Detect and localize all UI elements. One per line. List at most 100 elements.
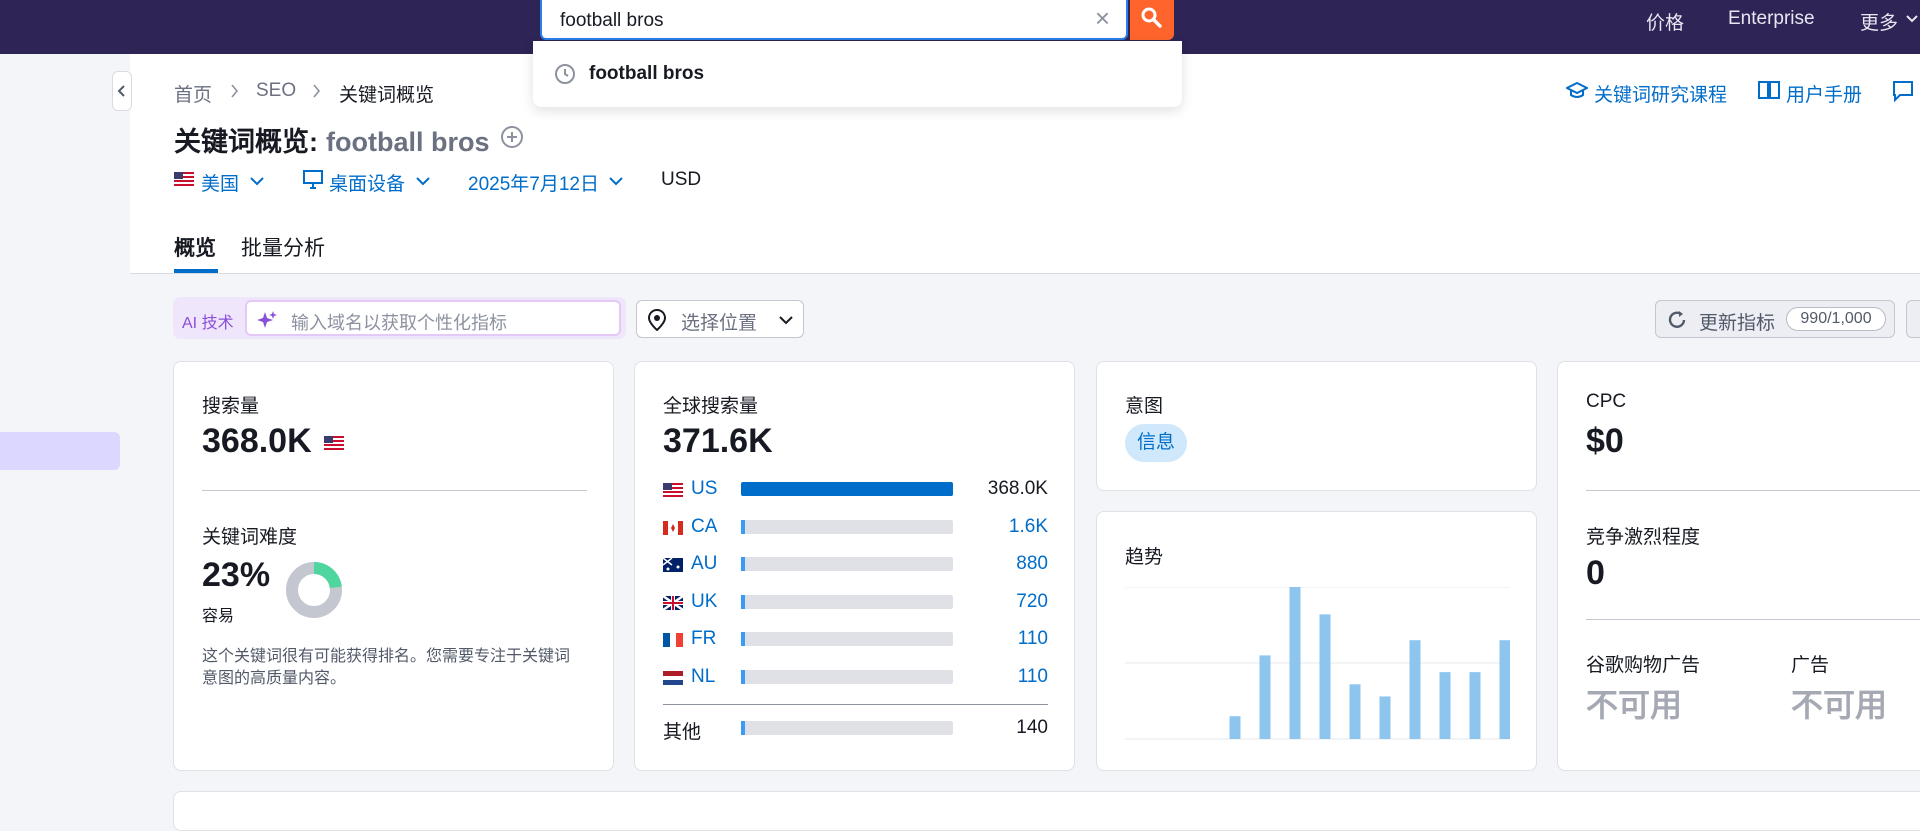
global-volume-card: 全球搜索量 371.6K US 368.0K CA 1.6K AU 880 UK 720 FR 1… (634, 361, 1075, 771)
country-code-au[interactable]: AU (691, 553, 717, 575)
us-flag-icon (324, 436, 344, 450)
tab-bulk-analysis[interactable]: 批量分析 (241, 232, 325, 262)
location-pin-icon (647, 309, 667, 331)
nav-enterprise[interactable]: Enterprise (1728, 8, 1815, 30)
nav-pricing[interactable]: 价格 (1646, 8, 1684, 35)
country-bar-fill-uk (741, 594, 745, 609)
history-clock-icon (555, 64, 575, 84)
device-select[interactable]: 桌面设备 (329, 169, 405, 196)
page-title-prefix: 关键词概览: (174, 127, 318, 157)
trend-bar[interactable] (1439, 672, 1451, 739)
chevron-down-icon (416, 177, 430, 186)
suggestion-item[interactable]: football bros (533, 62, 1182, 96)
country-code-us[interactable]: US (691, 478, 717, 500)
chevron-right-icon (313, 84, 321, 98)
global-volume-label: 全球搜索量 (663, 396, 759, 417)
chevron-down-icon (779, 316, 793, 325)
left-sidebar (0, 54, 131, 807)
trend-chart (1125, 587, 1511, 740)
course-link[interactable]: 关键词研究课程 (1594, 80, 1727, 107)
country-code-ca[interactable]: CA (691, 516, 717, 538)
cpc-card: CPC $0 竞争激烈程度 0 谷歌购物广告 不可用 广告 不可用 (1557, 361, 1920, 771)
search-icon (1141, 7, 1162, 28)
search-input-value: football bros (560, 10, 664, 31)
kd-value: 23% (202, 556, 271, 594)
manual-link[interactable]: 用户手册 (1786, 80, 1862, 107)
country-bar-track (741, 594, 953, 609)
breadcrumb-current: 关键词概览 (339, 85, 435, 106)
trend-bar[interactable] (1229, 716, 1241, 739)
country-value-us: 368.0K (987, 478, 1048, 499)
location-select[interactable]: 选择位置 (636, 300, 804, 338)
country-value-nl[interactable]: 110 (1018, 666, 1048, 688)
us-flag-icon (663, 483, 683, 497)
country-select[interactable]: 美国 (201, 169, 239, 196)
trend-bar[interactable] (1469, 672, 1481, 739)
trend-label: 趋势 (1125, 547, 1164, 568)
nav-more[interactable]: 更多 (1860, 8, 1898, 35)
tab-overview[interactable]: 概览 (174, 232, 216, 262)
trend-bar[interactable] (1499, 640, 1511, 739)
intent-badge: 信息 (1125, 424, 1188, 462)
kd-note-line-2: 意图的高质量内容。 (202, 670, 347, 687)
divider (1586, 490, 1920, 491)
domain-input[interactable]: 输入域名以获取个性化指标 (245, 300, 621, 336)
trend-bar[interactable] (1319, 614, 1331, 739)
country-value-uk[interactable]: 720 (1016, 591, 1048, 613)
trend-bar[interactable] (1259, 655, 1271, 739)
refresh-icon (1668, 311, 1686, 328)
other-bar-track (741, 721, 953, 735)
other-value: 140 (1016, 717, 1048, 738)
trend-bar[interactable] (1349, 684, 1361, 739)
ca-flag-icon (663, 520, 683, 535)
country-code-fr[interactable]: FR (691, 628, 716, 650)
other-label: 其他 (663, 722, 702, 743)
country-value-au[interactable]: 880 (1016, 553, 1048, 575)
breadcrumb-home[interactable]: 首页 (174, 80, 212, 107)
ads-label: 广告 (1791, 655, 1830, 676)
country-bar-track (741, 632, 953, 647)
au-flag-icon (663, 558, 683, 573)
divider (663, 704, 1048, 705)
quota-badge: 990/1,000 (1786, 307, 1886, 331)
currency-label: USD (661, 169, 702, 190)
global-volume-value: 371.6K (663, 422, 773, 460)
ads-value: 不可用 (1791, 687, 1888, 723)
kd-note-line-1: 这个关键词很有可能获得排名。您需要专注于关键词 (202, 648, 571, 665)
breadcrumb-seo[interactable]: SEO (256, 80, 296, 102)
country-bar-fill-au (741, 557, 745, 572)
cpc-value: $0 (1586, 422, 1624, 460)
collapse-sidebar-button[interactable] (112, 71, 132, 111)
country-value-fr[interactable]: 110 (1018, 628, 1048, 650)
chevron-down-icon (250, 177, 264, 186)
nl-flag-icon (663, 671, 683, 685)
chevron-down-icon (1906, 15, 1918, 23)
country-bar-track (741, 519, 953, 534)
domain-input-placeholder: 输入域名以获取个性化指标 (291, 313, 507, 333)
divider (1586, 619, 1920, 620)
update-metrics-button[interactable]: 更新指标 990/1,000 (1655, 300, 1895, 338)
date-select[interactable]: 2025年7月12日 (468, 169, 599, 196)
volume-label: 搜索量 (202, 396, 260, 417)
shopping-ads-label: 谷歌购物广告 (1586, 655, 1701, 676)
clear-search-icon[interactable]: × (1095, 3, 1110, 34)
chevron-down-icon (609, 177, 623, 186)
volume-card: 搜索量 368.0K 关键词难度 23% 容易 这个关键词很有可能获得排名。您需… (173, 361, 614, 771)
trend-bar[interactable] (1289, 587, 1301, 739)
country-code-nl[interactable]: NL (691, 666, 715, 688)
export-button[interactable] (1906, 300, 1920, 338)
trend-bar[interactable] (1379, 696, 1391, 739)
graduation-cap-icon (1566, 81, 1588, 98)
shopping-ads-value: 不可用 (1586, 687, 1683, 723)
country-value-ca[interactable]: 1.6K (1009, 516, 1048, 538)
country-bar-fill-nl (741, 670, 745, 684)
search-input[interactable]: football bros × (540, 0, 1128, 40)
add-circle-icon[interactable] (500, 125, 524, 149)
country-bar-track (741, 670, 953, 684)
search-button[interactable] (1130, 0, 1174, 40)
country-code-uk[interactable]: UK (691, 591, 717, 613)
page-title-keyword: football bros (326, 127, 490, 157)
sidebar-active-item[interactable] (0, 432, 120, 470)
trend-bar[interactable] (1409, 640, 1421, 739)
feedback-icon[interactable] (1892, 80, 1914, 102)
